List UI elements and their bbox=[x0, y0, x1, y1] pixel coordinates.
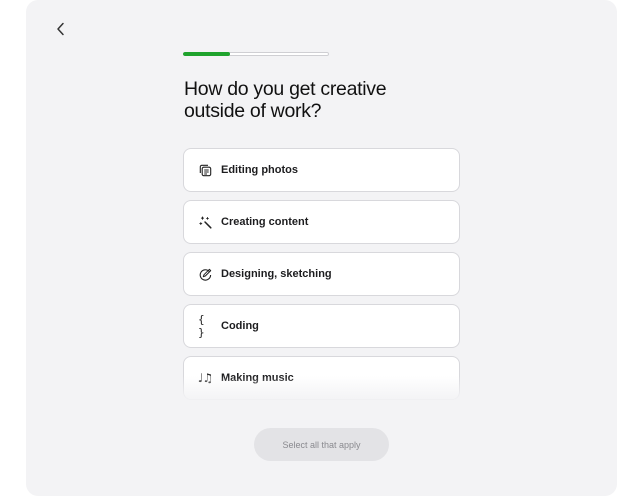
back-button[interactable] bbox=[52, 20, 70, 38]
option-creating-content[interactable]: Creating content bbox=[183, 200, 460, 244]
page-title: How do you get creative outside of work? bbox=[184, 78, 484, 122]
option-label: Coding bbox=[221, 320, 259, 332]
option-label: Designing, sketching bbox=[221, 268, 332, 280]
page-title-line-1: How do you get creative bbox=[184, 78, 387, 100]
photos-stack-icon bbox=[198, 163, 212, 177]
pencil-circle-icon bbox=[198, 267, 212, 281]
magic-wand-icon bbox=[198, 215, 212, 229]
option-editing-photos[interactable]: Editing photos bbox=[183, 148, 460, 192]
page-title-line-2: outside of work? bbox=[184, 100, 322, 122]
chevron-left-icon bbox=[57, 22, 64, 36]
curly-braces-icon: { } bbox=[198, 313, 205, 339]
option-label: Making music bbox=[221, 372, 294, 384]
option-designing-sketching[interactable]: Designing, sketching bbox=[183, 252, 460, 296]
option-label: Editing photos bbox=[221, 164, 298, 176]
option-making-music[interactable]: ♩♫ Making music bbox=[183, 356, 460, 400]
options-list: Editing photos Creating content Designin… bbox=[183, 148, 460, 410]
onboarding-window: How do you get creative outside of work?… bbox=[26, 0, 617, 496]
option-coding[interactable]: { } Coding bbox=[183, 304, 460, 348]
select-all-button[interactable]: Select all that apply bbox=[254, 428, 389, 461]
music-notes-icon: ♩♫ bbox=[197, 371, 213, 385]
progress-bar bbox=[183, 52, 329, 56]
progress-bar-fill bbox=[183, 52, 230, 56]
option-label: Creating content bbox=[221, 216, 309, 228]
